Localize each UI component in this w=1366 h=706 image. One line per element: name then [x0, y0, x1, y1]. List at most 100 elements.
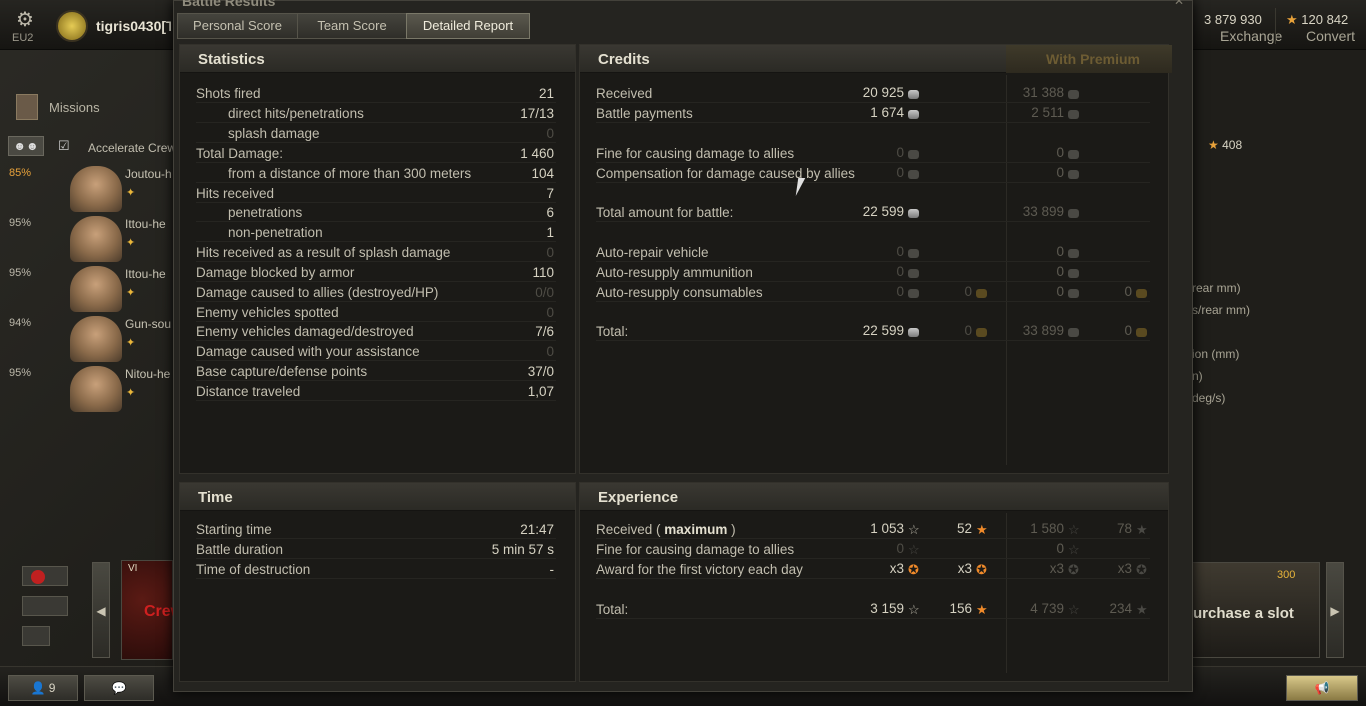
- crew-member[interactable]: 94% Gun-sou ✦: [6, 314, 172, 364]
- credit-row: Auto-resupply consumables 0 0 0 0: [596, 284, 1150, 302]
- xp-value: 0: [896, 541, 904, 556]
- credit-row: Received 20 925 31 388: [596, 85, 1150, 103]
- xp-row: Award for the first victory each day x3 …: [596, 561, 1150, 579]
- tab-detailed-report[interactable]: Detailed Report: [406, 13, 530, 39]
- rank-icon: ✦: [126, 337, 136, 349]
- xp-row: Received ( maximum ) 1 053 ☆ 52 ★ 1 580 …: [596, 521, 1150, 539]
- section-header: Statistics: [180, 45, 575, 73]
- time-section: Time Starting time 21:47 Battle duration 5…: [179, 482, 576, 682]
- crew-portrait: [70, 316, 122, 362]
- exchange-widget[interactable]: 3 879 930 Exchange: [1185, 8, 1282, 44]
- gold-value: 0: [964, 284, 972, 299]
- credits-icon: [1068, 150, 1079, 159]
- experience-title: Experience: [598, 489, 679, 506]
- stat-label: Enemy vehicles spotted: [196, 305, 339, 320]
- stat-label: Damage blocked by armor: [196, 265, 355, 280]
- carousel-left-arrow-icon[interactable]: ◀: [92, 562, 110, 658]
- premium-gold-value: 0: [1124, 284, 1132, 299]
- crew-member[interactable]: 95% Nitou-he ✦: [6, 364, 172, 414]
- crew-member[interactable]: 85% Joutou-h ✦: [6, 164, 172, 214]
- credit-value: 0: [896, 284, 904, 299]
- accelerate-checkbox-icon[interactable]: ☑: [58, 136, 82, 156]
- gold-icon: [976, 328, 987, 337]
- crew-skill-percent: 95%: [9, 367, 32, 379]
- chat-icon[interactable]: 💬: [84, 675, 154, 701]
- crew-member[interactable]: 95% Ittou-he ✦: [6, 264, 172, 314]
- vehicle-card[interactable]: VI Crew: [121, 560, 183, 660]
- close-icon[interactable]: ✕: [1174, 0, 1184, 8]
- missions-button[interactable]: Missions: [12, 92, 172, 122]
- star-icon: ★: [1286, 12, 1298, 27]
- purchase-slot-card[interactable]: 300 urchase a slot: [1192, 562, 1320, 658]
- time-label: Time of destruction: [196, 562, 311, 577]
- missions-icon: [16, 94, 38, 120]
- exchange-label[interactable]: Exchange: [1220, 28, 1282, 44]
- statistics-title: Statistics: [198, 51, 265, 68]
- time-row: Time of destruction -: [196, 561, 556, 579]
- vehicle-tier: VI: [128, 563, 138, 574]
- spec-line: ion (mm): [1192, 347, 1240, 361]
- star-icon: ★: [1208, 138, 1219, 152]
- credits-icon: [908, 170, 919, 179]
- ammo-filter-icon[interactable]: [22, 626, 50, 646]
- xp-value: 3 159: [870, 601, 904, 616]
- credits-icon: [908, 249, 919, 258]
- credits-icon: [1068, 269, 1079, 278]
- clan-emblem-icon[interactable]: [56, 10, 88, 42]
- time-title: Time: [198, 489, 233, 506]
- time-value: 21:47: [520, 522, 554, 537]
- credit-label: Auto-repair vehicle: [596, 245, 709, 260]
- crew-skill-percent: 95%: [9, 267, 32, 279]
- carousel-right-arrow-icon[interactable]: ▶: [1326, 562, 1344, 658]
- premium-xp-value: 1 580: [1030, 521, 1064, 536]
- missions-label: Missions: [49, 100, 100, 115]
- crew-portrait: [70, 216, 122, 262]
- credits-title: Credits: [598, 51, 650, 68]
- stat-label: from a distance of more than 300 meters: [228, 166, 472, 181]
- stat-row: Distance traveled 1,07: [196, 383, 556, 401]
- crew-name: Joutou-h: [125, 167, 172, 181]
- players-online-button[interactable]: 👤 9: [8, 675, 78, 701]
- credit-value: 0: [896, 244, 904, 259]
- crew-group-icon[interactable]: ☻☻: [8, 136, 44, 156]
- stat-label: Enemy vehicles damaged/destroyed: [196, 324, 414, 339]
- xp-label: Received ( maximum ): [596, 522, 736, 537]
- nation-filter-dropdown[interactable]: [22, 566, 68, 586]
- credits-section: Credits With Premium Received 20 925 31 …: [579, 44, 1172, 474]
- stat-value: 0/0: [535, 285, 554, 300]
- free-xp-star-icon: ★: [1136, 602, 1148, 617]
- premium-credit-value: 33 899: [1022, 323, 1064, 338]
- credits-icon: [908, 150, 919, 159]
- xp-star-icon: ☆: [908, 542, 920, 557]
- crew-skill-percent: 94%: [9, 317, 32, 329]
- premium-xp-value: x3: [1049, 561, 1064, 576]
- player-name[interactable]: tigris0430[T-: [96, 18, 171, 34]
- credit-label: Total amount for battle:: [596, 205, 734, 220]
- stat-row: Damage blocked by armor 110: [196, 264, 556, 282]
- stat-value: 7/6: [535, 324, 554, 339]
- crew-member[interactable]: 95% Ittou-he ✦: [6, 214, 172, 264]
- credits-icon: [1068, 110, 1079, 119]
- settings-gear-icon[interactable]: ⚙: [12, 10, 38, 34]
- stat-row: Enemy vehicles damaged/destroyed 7/6: [196, 323, 556, 341]
- credit-value: 0: [896, 264, 904, 279]
- stat-label: direct hits/penetrations: [228, 106, 364, 121]
- convert-label[interactable]: Convert: [1306, 28, 1355, 44]
- stat-value: 6: [546, 205, 554, 220]
- rank-icon: ✦: [126, 237, 136, 249]
- tab-team-score[interactable]: Team Score: [297, 13, 407, 39]
- premium-free-xp-value: 78: [1116, 521, 1132, 536]
- window-title: Battle Results: [182, 0, 276, 9]
- xp-label: Total:: [596, 602, 629, 617]
- notifications-icon[interactable]: 📢: [1286, 675, 1358, 701]
- credit-label: Auto-resupply consumables: [596, 285, 763, 300]
- section-header: Time: [180, 483, 575, 511]
- stat-label: splash damage: [228, 126, 320, 141]
- tab-personal-score[interactable]: Personal Score: [177, 13, 298, 39]
- spec-line: rear mm): [1192, 281, 1241, 295]
- convert-widget[interactable]: ★ 120 842 Convert: [1275, 8, 1366, 44]
- stat-value: 7: [546, 186, 554, 201]
- experience-section: Experience Received ( maximum ) 1 053 ☆ …: [579, 482, 1169, 682]
- type-filter-dropdown[interactable]: [22, 596, 68, 616]
- credits-icon: [908, 269, 919, 278]
